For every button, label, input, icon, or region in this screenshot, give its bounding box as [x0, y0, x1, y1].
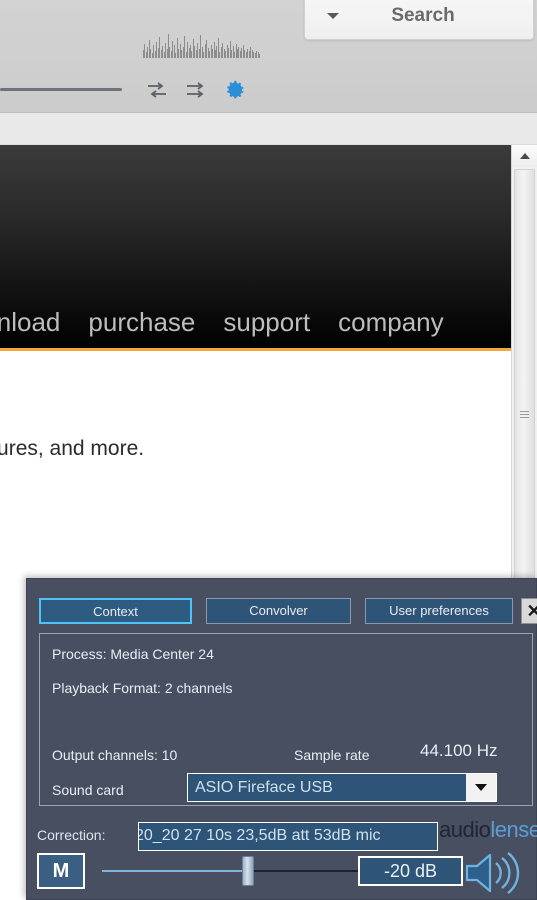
audiolense-logo: audiolense	[439, 817, 537, 843]
volume-value[interactable]: -20 dB	[358, 856, 463, 886]
volume-slider[interactable]	[102, 856, 368, 886]
audiolense-dialog: Context Convolver User preferences ✕ Pro…	[26, 578, 537, 900]
nav-item-support[interactable]: support	[223, 307, 310, 338]
repeat-icon[interactable]	[184, 80, 208, 100]
correction-label: Correction:	[37, 827, 106, 843]
volume-slider-track	[250, 870, 368, 872]
mute-button[interactable]: M	[37, 853, 85, 889]
chevron-down-icon[interactable]	[327, 13, 339, 19]
sample-rate-label: Sample rate	[294, 747, 370, 763]
scroll-up-arrow-icon[interactable]	[512, 145, 537, 167]
sound-card-value: ASIO Fireface USB	[195, 778, 333, 796]
logo-part-audio: audio	[439, 817, 491, 842]
chevron-down-icon[interactable]	[466, 774, 496, 801]
seek-slider[interactable]	[0, 88, 122, 91]
sound-card-label: Sound card	[52, 782, 124, 798]
logo-part-lense: lense	[490, 817, 537, 842]
close-icon[interactable]: ✕	[521, 598, 537, 624]
page-top-strip	[0, 113, 537, 145]
tab-context[interactable]: Context	[39, 598, 192, 624]
screen-root: Search wnload purchase support company f…	[0, 0, 537, 900]
search-box[interactable]: Search	[304, 0, 534, 40]
volume-slider-filled	[102, 870, 250, 872]
dialog-tabs: Context Convolver User preferences	[39, 598, 513, 624]
output-channels-label: Output channels: 10	[52, 747, 178, 763]
spectrum-visualizer	[143, 26, 260, 58]
gear-icon[interactable]	[225, 79, 247, 101]
speaker-waves-icon	[459, 847, 525, 899]
search-label: Search	[391, 5, 455, 26]
nav-item-download[interactable]: wnload	[0, 307, 60, 338]
tab-convolver[interactable]: Convolver	[206, 598, 351, 624]
website-nav: wnload purchase support company	[0, 307, 511, 338]
volume-slider-thumb[interactable]	[242, 856, 254, 886]
nav-item-company[interactable]: company	[338, 307, 444, 338]
scrollbar-grip-icon	[520, 409, 529, 420]
body-lead-text: features, and more.	[0, 437, 145, 460]
process-label: Process: Media Center 24	[52, 646, 214, 662]
correction-field[interactable]: 20_20 27 10s 23,5dB att 53dB mic	[138, 822, 438, 851]
playback-format-label: Playback Format: 2 channels	[52, 680, 233, 696]
website-header: wnload purchase support company	[0, 145, 511, 351]
nav-item-purchase[interactable]: purchase	[88, 307, 195, 338]
tab-user-preferences[interactable]: User preferences	[365, 598, 513, 624]
shuffle-icon[interactable]	[145, 80, 169, 100]
media-player-toolbar: Search	[0, 0, 537, 113]
correction-value: 20_20 27 10s 23,5dB att 53dB mic	[138, 827, 381, 844]
context-info-panel: Process: Media Center 24 Playback Format…	[39, 633, 533, 806]
sample-rate-value: 44.100 Hz	[420, 741, 498, 760]
sound-card-select[interactable]: ASIO Fireface USB	[187, 773, 497, 802]
